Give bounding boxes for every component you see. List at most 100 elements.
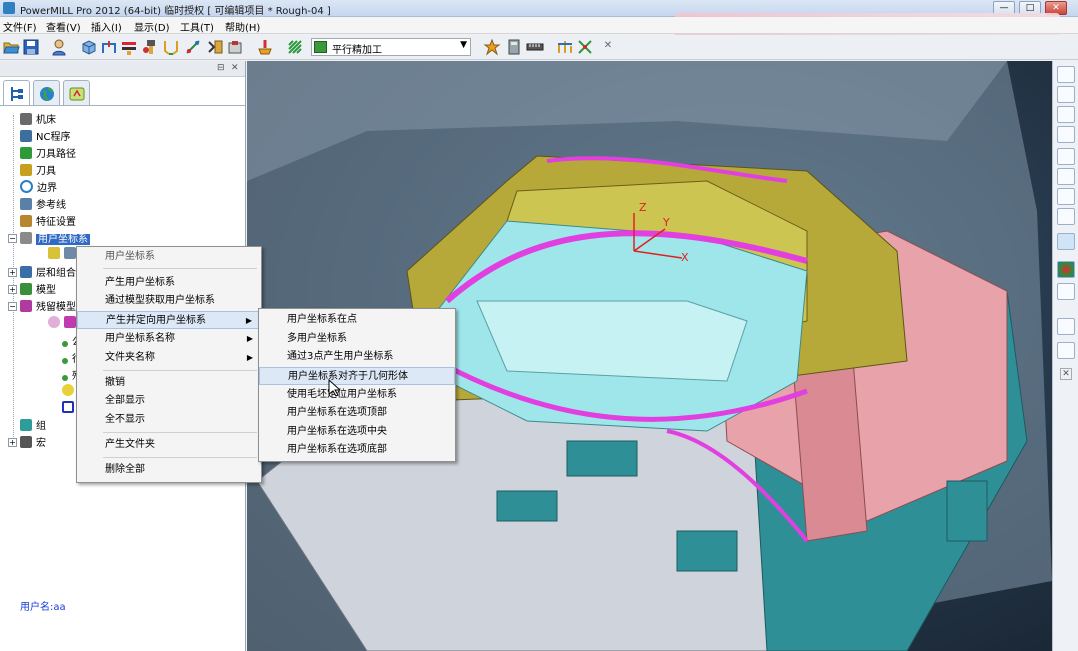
tool-icon	[20, 164, 32, 176]
save-icon[interactable]	[22, 38, 40, 56]
menu-display[interactable]: 显示(D)	[134, 19, 170, 34]
collapse-workplanes-toggle[interactable]: −	[8, 234, 17, 243]
menu-create-workplane[interactable]: 产生用户坐标系	[77, 274, 261, 292]
tree-item-workplanes[interactable]: 用户坐标系	[20, 230, 90, 247]
tree-guide-line	[13, 115, 14, 445]
toolpath-icon	[20, 147, 32, 159]
explorer-header: ⊟ ✕	[0, 61, 245, 77]
end-point-icon[interactable]	[206, 38, 224, 56]
connect-icon[interactable]	[556, 38, 574, 56]
close-panel-icon[interactable]: ✕	[231, 63, 239, 73]
close-toolbar-icon[interactable]: ✕	[1060, 368, 1072, 380]
submenu-position-with-block[interactable]: 使用毛坯定位用户坐标系	[259, 386, 455, 404]
menu-insert[interactable]: 插入(I)	[91, 19, 122, 34]
refresh-icon[interactable]	[1057, 168, 1075, 185]
strategy-dropdown-value: 平行精加工	[332, 45, 382, 56]
tab-explorer[interactable]	[3, 80, 30, 106]
view-top-icon[interactable]	[1057, 106, 1075, 123]
tree-item-groups[interactable]: 组	[20, 417, 46, 434]
tree-item-feature-sets[interactable]: 特征设置	[20, 213, 76, 230]
status-dot-icon	[62, 358, 68, 364]
strategy-selector-icon[interactable]	[286, 38, 304, 56]
submenu-selection-top[interactable]: 用户坐标系在选项顶部	[259, 404, 455, 422]
user-icon[interactable]	[50, 38, 68, 56]
calculator-icon[interactable]	[505, 38, 523, 56]
submenu-multiple-workplanes[interactable]: 多用户坐标系	[259, 330, 455, 348]
app-icon	[3, 2, 15, 14]
transform-icon[interactable]	[576, 38, 594, 56]
menu-separator	[103, 457, 257, 458]
menu-delete-all[interactable]: 删除全部	[77, 461, 261, 479]
menu-hide-all[interactable]: 全不显示	[77, 411, 261, 429]
tree-item-patterns[interactable]: 参考线	[20, 196, 66, 213]
expand-macros-toggle[interactable]: +	[8, 438, 17, 447]
tab-gauge[interactable]	[63, 80, 90, 106]
mouse-cursor-icon	[328, 379, 340, 397]
toolpath-check-icon[interactable]	[226, 38, 244, 56]
feeds-speeds-icon[interactable]	[120, 38, 138, 56]
submenu-align-to-geometry[interactable]: 用户坐标系对齐于几何形体	[259, 367, 455, 385]
start-point-icon[interactable]	[184, 38, 202, 56]
menu-create-folder[interactable]: 产生文件夹	[77, 436, 261, 454]
color-shading-icon[interactable]	[1057, 261, 1075, 278]
pin-icon[interactable]: ⊟	[217, 63, 225, 73]
expand-models-toggle[interactable]: +	[8, 285, 17, 294]
tree-item-label: 残留模型	[36, 302, 76, 313]
submenu-workplane-at-point[interactable]: 用户坐标系在点	[259, 311, 455, 329]
strategy-dropdown[interactable]: 平行精加工 ▼	[311, 38, 471, 56]
tree-item-nc-programs[interactable]: NC程序	[20, 128, 70, 145]
view-side-icon[interactable]	[1057, 126, 1075, 143]
leads-links-icon[interactable]	[162, 38, 180, 56]
menu-help[interactable]: 帮助(H)	[225, 19, 260, 34]
expand-levels-toggle[interactable]: +	[8, 268, 17, 277]
view-front-icon[interactable]	[1057, 86, 1075, 103]
pattern-icon	[20, 198, 32, 210]
tree-item-machine[interactable]: 机床	[20, 111, 56, 128]
open-icon[interactable]	[2, 38, 20, 56]
tree-item-toolpaths[interactable]: 刀具路径	[20, 145, 76, 162]
view-iso-icon[interactable]	[1057, 66, 1075, 83]
menu-show-all[interactable]: 全部显示	[77, 392, 261, 410]
tree-item-stock-models[interactable]: 残留模型	[20, 298, 76, 315]
submenu-selection-center[interactable]: 用户坐标系在选项中央	[259, 423, 455, 441]
wireframe-globe-icon[interactable]	[1057, 283, 1075, 300]
ruler-icon[interactable]	[526, 38, 544, 56]
menu-view[interactable]: 查看(V)	[46, 19, 81, 34]
zoom-box-icon[interactable]	[1057, 208, 1075, 225]
levels-icon	[20, 266, 32, 278]
zoom-icon[interactable]	[1057, 148, 1075, 165]
menu-folder-names[interactable]: 文件夹名称 ▶	[77, 349, 261, 367]
block-icon[interactable]	[80, 38, 98, 56]
simulation-icon[interactable]	[256, 38, 274, 56]
feature-set-icon	[20, 215, 32, 227]
close-toolbar-icon[interactable]: ✕	[601, 40, 615, 54]
tree-item-macros[interactable]: 宏	[20, 434, 46, 451]
submenu-arrow-icon: ▶	[245, 316, 252, 325]
submenu-selection-bottom[interactable]: 用户坐标系在选项底部	[259, 441, 455, 459]
rapid-move-icon[interactable]	[100, 38, 118, 56]
tree-item-tools[interactable]: 刀具	[20, 162, 56, 179]
menu-create-orient-workplane[interactable]: 产生并定向用户坐标系 ▶	[77, 311, 261, 329]
submenu-workplane-3-points[interactable]: 通过3点产生用户坐标系	[259, 348, 455, 366]
tool-holder-icon[interactable]	[142, 38, 160, 56]
stock-model-icon	[20, 300, 32, 312]
menu-tools[interactable]: 工具(T)	[180, 19, 214, 34]
tree-item-levels[interactable]: 层和组合	[20, 264, 76, 281]
tree-item-label: 机床	[36, 115, 56, 126]
menu-workplane-names[interactable]: 用户坐标系名称 ▶	[77, 330, 261, 348]
select-key-icon[interactable]	[1057, 342, 1075, 359]
axis-icon	[64, 247, 76, 259]
tab-world[interactable]	[33, 80, 60, 106]
tree-item-models[interactable]: 模型	[20, 281, 56, 298]
collapse-stock-models-toggle[interactable]: −	[8, 302, 17, 311]
menu-item-label: 用户坐标系名称	[105, 333, 175, 344]
menu-workplane-from-model[interactable]: 通过模型获取用户坐标系	[77, 292, 261, 310]
shaded-view-icon[interactable]	[1057, 233, 1075, 250]
menu-file[interactable]: 文件(F)	[3, 19, 37, 34]
toolpath-star-icon[interactable]	[483, 38, 501, 56]
tree-item-label: 模型	[36, 285, 56, 296]
tree-item-boundaries[interactable]: 边界	[20, 179, 57, 196]
zoom-fit-icon[interactable]	[1057, 188, 1075, 205]
menu-undo[interactable]: 撤销	[77, 374, 261, 392]
select-cursor-icon[interactable]	[1057, 318, 1075, 335]
